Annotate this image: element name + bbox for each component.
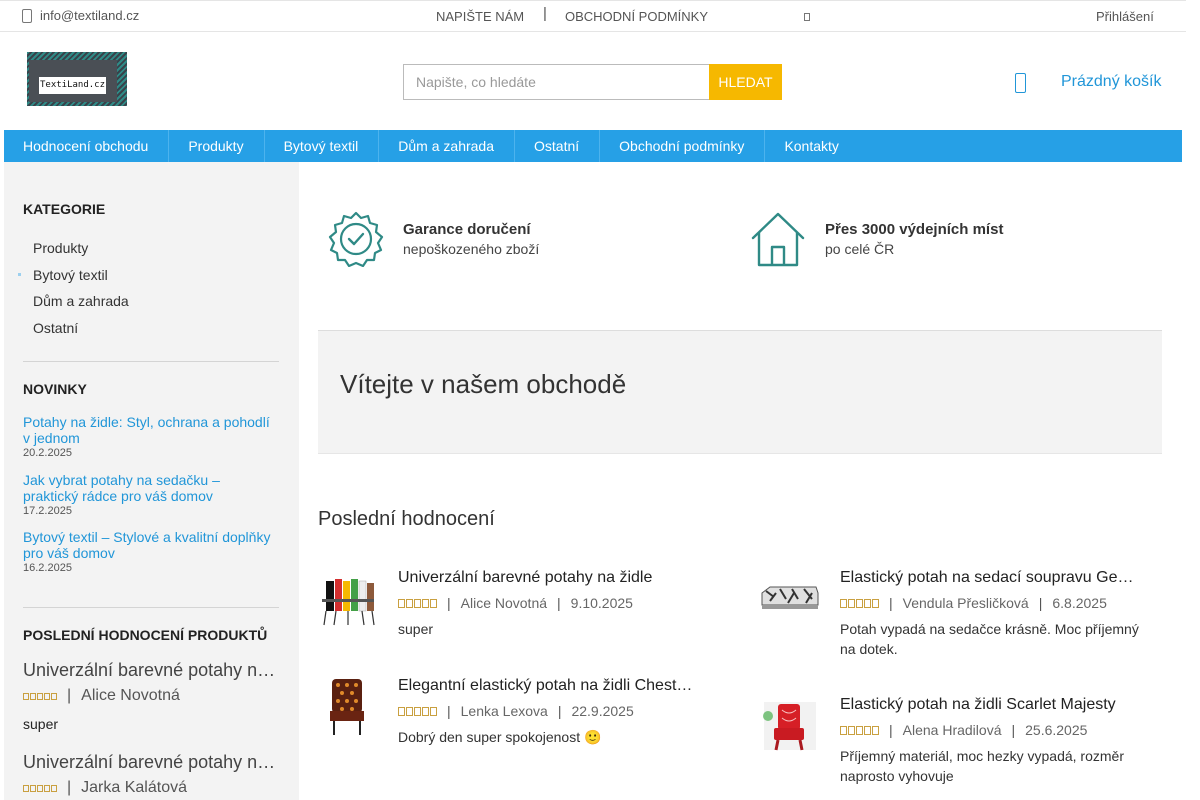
news-date: 16.2.2025 xyxy=(23,562,72,574)
category-item[interactable]: Bytový textil xyxy=(33,267,108,283)
rating-stars-icon xyxy=(840,598,879,608)
feature-subtitle: po celé ČR xyxy=(825,241,895,257)
top-bar: info@textiland.cz NAPIŠTE NÁM | OBCHODNÍ… xyxy=(0,0,1186,32)
phone-icon xyxy=(22,8,32,23)
news-link[interactable]: Potahy na židle: Styl, ochrana a pohodlí… xyxy=(23,414,279,446)
nav-item-terms[interactable]: Obchodní podmínky xyxy=(600,130,766,162)
review-meta: | Jarka Kalátová xyxy=(23,779,187,797)
nav-item-house-garden[interactable]: Dům a zahrada xyxy=(379,130,515,162)
active-bullet xyxy=(18,273,21,276)
review-product-link[interactable]: Elastický potah na židli Scarlet Majesty xyxy=(840,696,1140,714)
house-icon xyxy=(751,212,805,267)
review-date: 22.9.2025 xyxy=(571,703,634,719)
review-author: Jarka Kalátová xyxy=(81,779,187,796)
badge-check-icon xyxy=(328,211,384,267)
search-button[interactable]: HLEDAT xyxy=(709,64,782,100)
rating-stars-icon xyxy=(398,706,437,716)
nav-item-other[interactable]: Ostatní xyxy=(515,130,601,162)
welcome-panel: Vítejte v našem obchodě xyxy=(318,330,1162,454)
review-author: Alice Novotná xyxy=(460,595,548,611)
email-text[interactable]: info@textiland.cz xyxy=(40,8,139,23)
contact-email[interactable]: info@textiland.cz xyxy=(22,8,139,23)
review-date: 25.6.2025 xyxy=(1025,722,1088,738)
review-author: Alena Hradilová xyxy=(902,722,1002,738)
nav-item-contacts[interactable]: Kontakty xyxy=(765,130,858,162)
news-date: 17.2.2025 xyxy=(23,505,72,517)
review-date: 9.10.2025 xyxy=(570,595,633,611)
category-item[interactable]: Dům a zahrada xyxy=(33,293,129,309)
main-nav: Hodnocení obchodu Produkty Bytový textil… xyxy=(4,130,1182,162)
product-thumbnail[interactable] xyxy=(760,696,820,756)
nav-item-store-reviews[interactable]: Hodnocení obchodu xyxy=(4,130,170,162)
cart-icon[interactable] xyxy=(1015,73,1026,93)
review-product-link[interactable]: Elegantní elastický potah na židli Chest… xyxy=(398,677,698,695)
rating-stars-icon xyxy=(840,725,879,735)
category-item[interactable]: Ostatní xyxy=(33,320,78,336)
review-product-link[interactable]: Univerzální barevné potahy na židle xyxy=(23,752,279,773)
categories-title: KATEGORIE xyxy=(23,201,106,217)
review-author: Alice Novotná xyxy=(81,687,180,704)
rating-stars-icon xyxy=(23,784,57,792)
review-product-link[interactable]: Elastický potah na sedací soupravu Geome… xyxy=(840,569,1140,587)
feature-title: Garance doručení xyxy=(403,221,531,238)
welcome-heading: Vítejte v našem obchodě xyxy=(340,369,627,399)
nav-item-products[interactable]: Produkty xyxy=(169,130,265,162)
review-text: Potah vypadá na sedačce krásně. Moc příj… xyxy=(840,621,1139,657)
login-link[interactable]: Přihlášení xyxy=(1096,9,1154,24)
product-thumbnail[interactable] xyxy=(318,677,378,737)
small-icon[interactable] xyxy=(804,13,810,21)
news-title: NOVINKY xyxy=(23,381,87,397)
cart-label[interactable]: Prázdný košík xyxy=(1061,73,1161,91)
product-thumbnail[interactable] xyxy=(318,569,378,629)
review-text: super xyxy=(23,716,59,732)
review-product-link[interactable]: Univerzální barevné potahy na židle xyxy=(23,660,279,681)
review-author: Vendula Přesličková xyxy=(902,595,1029,611)
review-text: Dobrý den super spokojenost 🙂 xyxy=(398,729,602,745)
product-reviews-title: POSLEDNÍ HODNOCENÍ PRODUKTŮ xyxy=(23,627,268,643)
feature-title: Přes 3000 výdejních míst xyxy=(825,221,1004,238)
terms-link[interactable]: OBCHODNÍ PODMÍNKY xyxy=(565,9,708,24)
review-meta: | Alice Novotná | 9.10.2025 xyxy=(398,595,633,611)
divider: | xyxy=(543,5,547,22)
divider xyxy=(23,361,279,362)
product-thumbnail[interactable] xyxy=(760,569,820,629)
feature-subtitle: nepoškozeného zboží xyxy=(403,241,540,257)
divider xyxy=(23,607,279,608)
news-link[interactable]: Jak vybrat potahy na sedačku – praktický… xyxy=(23,472,279,504)
nav-item-home-textile[interactable]: Bytový textil xyxy=(265,130,380,162)
review-meta: | Lenka Lexova | 22.9.2025 xyxy=(398,703,634,719)
review-meta: | Alena Hradilová | 25.6.2025 xyxy=(840,722,1087,738)
latest-reviews-title: Poslední hodnocení xyxy=(318,508,495,530)
search-input[interactable] xyxy=(403,64,709,100)
category-item[interactable]: Produkty xyxy=(33,240,88,256)
review-meta: | Vendula Přesličková | 6.8.2025 xyxy=(840,595,1107,611)
review-meta: | Alice Novotná xyxy=(23,687,180,705)
logo-text: TextiLand.cz xyxy=(39,77,106,94)
write-us-link[interactable]: NAPIŠTE NÁM xyxy=(436,9,524,24)
sidebar: KATEGORIE Produkty Bytový textil Dům a z… xyxy=(4,162,299,800)
review-product-link[interactable]: Univerzální barevné potahy na židle xyxy=(398,569,698,587)
review-text: Příjemný materiál, moc hezky vypadá, roz… xyxy=(840,748,1124,784)
news-date: 20.2.2025 xyxy=(23,447,72,459)
review-date: 6.8.2025 xyxy=(1052,595,1107,611)
site-logo[interactable]: TextiLand.cz xyxy=(27,52,127,106)
search-form: HLEDAT xyxy=(403,64,782,100)
rating-stars-icon xyxy=(398,598,437,608)
rating-stars-icon xyxy=(23,692,57,700)
review-text: super xyxy=(398,621,434,637)
news-link[interactable]: Bytový textil – Stylové a kvalitní doplň… xyxy=(23,529,279,561)
review-author: Lenka Lexova xyxy=(460,703,548,719)
